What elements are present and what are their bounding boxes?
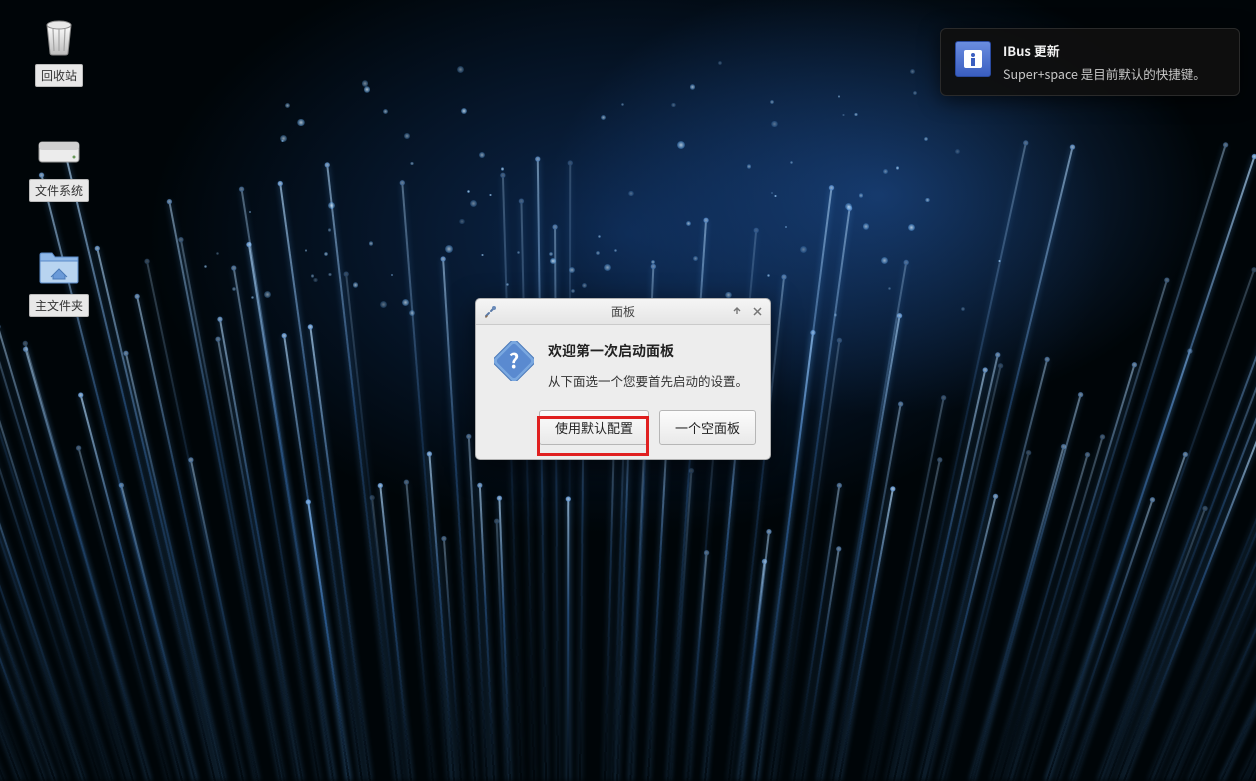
settings-icon <box>482 304 498 320</box>
home-folder-icon <box>37 244 81 288</box>
dialog-titlebar[interactable]: 面板 <box>476 299 770 325</box>
dialog-subtext: 从下面选一个您要首先启动的设置。 <box>548 371 748 390</box>
desktop-icon-trash[interactable]: 回收站 <box>24 14 94 87</box>
notification-text: Super+space 是目前默认的快捷键。 <box>1003 64 1206 83</box>
minimize-button[interactable] <box>730 305 744 319</box>
use-default-config-button[interactable]: 使用默认配置 <box>539 410 649 445</box>
trash-icon <box>37 14 81 58</box>
desktop-icon-home[interactable]: 主文件夹 <box>24 244 94 317</box>
dialog-heading: 欢迎第一次启动面板 <box>548 341 748 361</box>
notification-title: IBus 更新 <box>1003 41 1206 60</box>
panel-first-run-dialog: 面板 ? 欢迎第一次启动面板 从下面选一个您要首先启动的设置。 使用默认配置 一… <box>475 298 771 460</box>
desktop-icon-label: 主文件夹 <box>29 294 89 317</box>
desktop-icon-label: 回收站 <box>35 64 83 87</box>
dialog-title: 面板 <box>476 303 770 320</box>
close-button[interactable] <box>750 305 764 319</box>
desktop-icons-area: 回收站 文件系统 主文件夹 <box>24 14 94 317</box>
empty-panel-button[interactable]: 一个空面板 <box>659 410 756 445</box>
notification-popup[interactable]: IBus 更新 Super+space 是目前默认的快捷键。 <box>940 28 1240 96</box>
info-icon <box>955 41 991 77</box>
desktop-icon-filesystem[interactable]: 文件系统 <box>24 129 94 202</box>
notification-body: IBus 更新 Super+space 是目前默认的快捷键。 <box>1003 41 1206 83</box>
question-icon: ? <box>494 341 534 390</box>
svg-text:?: ? <box>509 345 519 374</box>
desktop-icon-label: 文件系统 <box>29 179 89 202</box>
drive-icon <box>37 129 81 173</box>
